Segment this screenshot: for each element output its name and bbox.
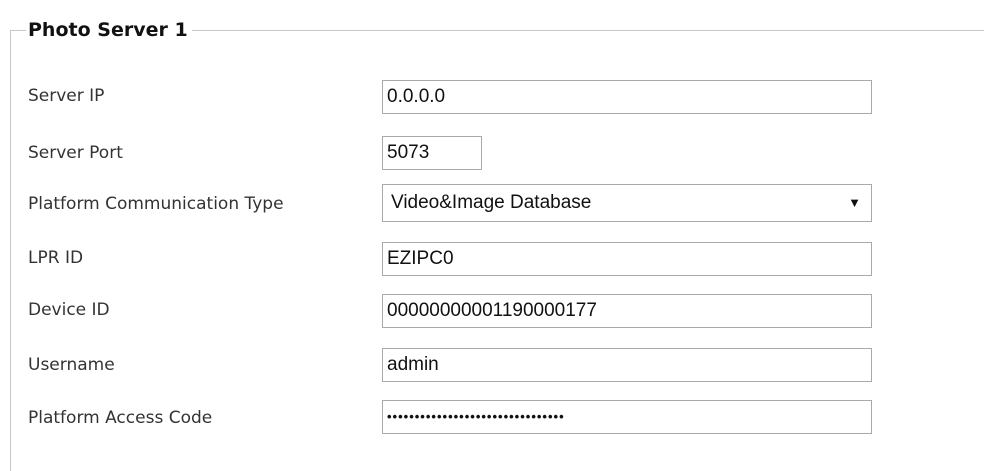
platform-communication-type-label: Platform Communication Type	[28, 194, 284, 214]
platform-communication-type-value: Video&Image Database	[391, 192, 592, 213]
username-input[interactable]: admin	[382, 348, 872, 382]
server-ip-label: Server IP	[28, 86, 105, 106]
section-title: Photo Server 1	[26, 18, 192, 42]
platform-communication-type-select[interactable]: Video&Image Database ▼	[382, 184, 872, 222]
server-ip-input[interactable]: 0.0.0.0	[382, 80, 872, 114]
server-port-input[interactable]: 5073	[382, 136, 482, 170]
lpr-id-label: LPR ID	[28, 248, 84, 268]
lpr-id-input[interactable]: EZIPC0	[382, 242, 872, 276]
device-id-label: Device ID	[28, 300, 110, 320]
platform-access-code-input[interactable]: ••••••••••••••••••••••••••••••••	[382, 400, 872, 434]
platform-access-code-label: Platform Access Code	[28, 408, 213, 428]
server-port-label: Server Port	[28, 143, 123, 163]
username-label: Username	[28, 355, 115, 375]
device-id-input[interactable]: 00000000001190000177	[382, 294, 872, 328]
dropdown-arrow-icon[interactable]: ▼	[848, 185, 861, 221]
